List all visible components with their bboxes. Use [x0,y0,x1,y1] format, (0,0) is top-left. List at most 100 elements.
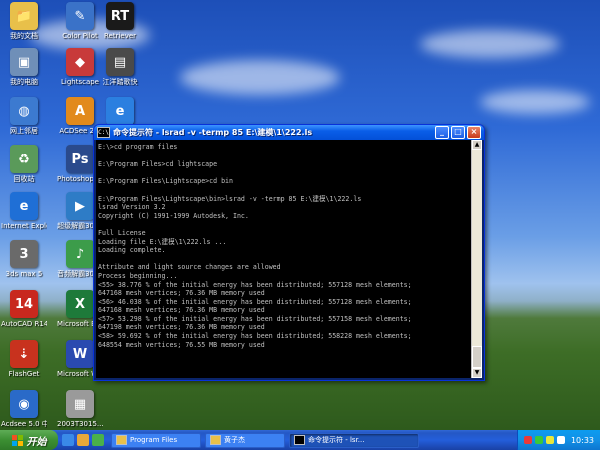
taskbar-button-icon [210,435,221,445]
desktop-icon-glyph: ◍ [10,97,38,125]
console-output[interactable]: E:\>cd program files E:\Program Files>cd … [96,140,471,378]
taskbar-button[interactable]: 命令提示符 - lsr... [289,432,419,448]
command-prompt-window[interactable]: C:\ 命令提示符 - lsrad -v -termp 85 E:\建模\1\2… [93,124,485,381]
taskbar-button-label: 黄子杰 [224,436,245,444]
quick-launch-icon[interactable] [92,434,104,446]
desktop-icon-glyph: 📁 [10,2,38,30]
taskbar-button-icon [294,435,305,445]
console-line: E:\>cd program files [98,143,178,151]
start-button[interactable]: 开始 [0,430,58,450]
desktop-icon-glyph: RT [106,2,134,30]
desktop-icon-label: 我的电脑 [10,78,38,86]
window-titlebar[interactable]: C:\ 命令提示符 - lsrad -v -termp 85 E:\建模\1\2… [94,125,484,140]
desktop-icon-label: Internet Explorer [1,222,47,230]
close-button[interactable]: × [467,126,481,139]
desktop-icon-glyph: Ps [66,145,94,173]
tray-icon[interactable] [556,436,565,444]
tray-icon[interactable] [534,436,543,444]
desktop-icon-glyph: ▶ [66,192,94,220]
vertical-scrollbar[interactable]: ▲ ▼ [471,140,482,378]
desktop-icon-label: 我的文档 [10,32,38,40]
desktop-icon-label: 网上邻居 [10,127,38,135]
taskbar-button-label: 命令提示符 - lsr... [308,436,365,444]
console-line: <56> 46.038 % of the initial energy has … [98,297,412,306]
start-label: 开始 [26,436,47,448]
scrollbar-thumb[interactable] [472,346,482,368]
desktop-icon[interactable]: RT Retriever [97,2,143,40]
taskbar-button[interactable]: Program Files [111,432,201,448]
desktop-icon[interactable]: ♻ 回收站 [1,145,47,183]
console-line: <55> 38.776 % of the initial energy has … [98,280,412,289]
desktop-icon[interactable]: 📁 我的文档 [1,2,47,40]
tray-icon[interactable] [545,436,554,444]
desktop-icon[interactable]: ◍ 网上邻居 [1,97,47,135]
desktop-icon-glyph: ◉ [10,390,38,418]
console-line: <58> 59.692 % of the initial energy has … [98,332,412,341]
desktop: 📁 我的文档 ✎ Color Pilot RT Retriever ▣ 我的电脑 ◆ Lights… [0,0,600,430]
system-tray: 10:33 [516,430,600,450]
taskbar-button-icon [116,435,127,445]
console-line: E:\Program Files\Lightscape\bin>lsrad -v… [98,194,362,203]
tray-icon[interactable] [523,436,532,444]
scrollbar-track[interactable] [472,150,482,368]
desktop-icon[interactable]: 14 AutoCAD R14 [1,290,47,328]
desktop-icon-glyph: ▤ [106,48,134,76]
quick-launch-icon[interactable] [77,434,89,446]
taskbar-button[interactable]: 黄子杰 [205,432,285,448]
console-line: E:\Program Files\Lightscape>cd bin [98,177,233,186]
desktop-icon-glyph: X [66,290,94,318]
desktop-icon[interactable]: ▦ 2003T3015... [57,390,103,428]
desktop-icon[interactable]: e [97,97,143,127]
console-line: 648554 mesh vertices; 76.55 MB memory us… [98,340,265,349]
console-line: <57> 53.298 % of the initial energy has … [98,314,412,323]
desktop-icon-glyph: ♻ [10,145,38,173]
desktop-icon-glyph: 3 [10,240,38,268]
console-line: 647168 mesh vertices; 76.36 MB memory us… [98,289,265,298]
desktop-icon-label: FlashGet [8,370,40,378]
desktop-icon[interactable]: ▣ 我的电脑 [1,48,47,86]
desktop-icon-glyph: ✎ [66,2,94,30]
console-line: Loading complete. [98,246,166,255]
console-line: E:\Program Files>cd lightscape [98,160,218,169]
clock[interactable]: 10:33 [571,436,594,445]
desktop-icon-label: 2003T3015... [57,420,103,428]
taskbar: 开始 Program Files 黄子杰 命令提示符 - lsr... 10:33 [0,430,600,450]
windows-logo-icon [11,434,23,446]
desktop-icon-glyph: W [66,340,94,368]
minimize-button[interactable]: _ [435,126,449,139]
desktop-icon-label: 江洋踏歌快 [102,78,138,86]
desktop-icon[interactable]: ▤ 江洋踏歌快 [97,48,143,86]
console-line: lsrad Version 3.2 [98,203,166,212]
desktop-icon-label: AutoCAD R14 [1,320,47,328]
console-line: Full License [98,228,146,237]
desktop-icon-label: 3ds max 5 [5,270,43,278]
console-line: 647168 mesh vertices; 76.36 MB memory us… [98,306,265,315]
console-line: Process beginning... [98,271,178,280]
desktop-icon[interactable]: e Internet Explorer [1,192,47,230]
taskbar-button-label: Program Files [130,436,178,444]
maximize-button[interactable]: □ [451,126,465,139]
desktop-icon-glyph: ♪ [66,240,94,268]
desktop-icon-glyph: ◆ [66,48,94,76]
scroll-down-arrow-icon[interactable]: ▼ [472,368,482,378]
desktop-icon-glyph: ▣ [10,48,38,76]
quick-launch [62,434,107,446]
quick-launch-icon[interactable] [62,434,74,446]
desktop-icon-glyph: A [66,97,94,125]
console-line: Loading file E:\建模\1\222.ls ... [98,237,227,246]
scroll-up-arrow-icon[interactable]: ▲ [472,140,482,150]
desktop-icon[interactable]: ⇣ FlashGet [1,340,47,378]
desktop-icon-glyph: e [106,97,134,125]
command-prompt-icon: C:\ [97,127,110,138]
desktop-icon-label: 回收站 [13,175,35,183]
desktop-icon-glyph: ⇣ [10,340,38,368]
console-line: Attribute and light source changes are a… [98,263,281,272]
desktop-icon[interactable]: 3 3ds max 5 [1,240,47,278]
console-line: Copyright (C) 1991-1999 Autodesk, Inc. [98,211,249,220]
desktop-icon[interactable]: ◉ Acdsee 5.0 中文版 [1,390,47,428]
